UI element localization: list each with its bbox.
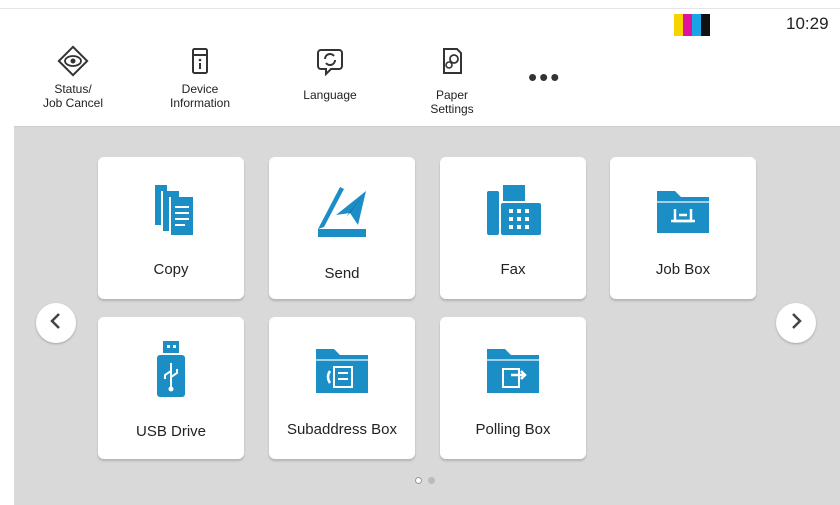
top-divider <box>0 8 840 9</box>
tile-label: Copy <box>153 261 189 278</box>
toner-cyan <box>692 14 701 36</box>
previous-page-button[interactable] <box>36 303 76 343</box>
send-tile[interactable]: Send <box>269 157 415 299</box>
shortcut-label: Language <box>303 88 357 102</box>
copy-tile[interactable]: Copy <box>98 157 244 299</box>
tile-label: Subaddress Box <box>286 421 398 438</box>
shortcut-label: Paper Settings <box>430 88 474 116</box>
tile-label: USB Drive <box>135 423 206 440</box>
chevron-right-icon <box>788 311 804 336</box>
clock: 10:29 <box>786 14 829 33</box>
subaddress-box-icon <box>269 337 415 401</box>
status-job-cancel-button[interactable]: Status/ Job Cancel <box>18 44 128 110</box>
copy-icon <box>98 177 244 241</box>
page-dot[interactable] <box>428 477 435 484</box>
function-panel: Copy Send Fax Job Box USB Drive Subaddre… <box>14 126 840 505</box>
paper-settings-icon <box>435 44 469 78</box>
paper-settings-button[interactable]: Paper Settings <box>397 44 507 116</box>
language-icon <box>313 44 347 78</box>
usb-drive-tile[interactable]: USB Drive <box>98 317 244 459</box>
fax-icon <box>440 177 586 241</box>
page-dot-current[interactable] <box>415 477 422 484</box>
send-icon <box>269 177 415 241</box>
device-information-button[interactable]: Device Information <box>145 44 255 110</box>
eye-icon <box>56 44 90 78</box>
shortcut-label: Device Information <box>169 82 231 110</box>
tile-label: Job Box <box>655 261 711 278</box>
toner-black <box>701 14 710 36</box>
page-indicator <box>415 477 435 484</box>
job-box-icon <box>610 177 756 241</box>
job-box-tile[interactable]: Job Box <box>610 157 756 299</box>
toner-magenta <box>683 14 692 36</box>
polling-box-icon <box>440 337 586 401</box>
fax-tile[interactable]: Fax <box>440 157 586 299</box>
language-button[interactable]: Language <box>275 44 385 102</box>
shortcut-label: Status/ Job Cancel <box>42 82 104 110</box>
next-page-button[interactable] <box>776 303 816 343</box>
device-info-icon <box>183 44 217 78</box>
chevron-left-icon <box>48 311 64 336</box>
polling-box-tile[interactable]: Polling Box <box>440 317 586 459</box>
toner-level-indicator[interactable] <box>674 14 710 36</box>
usb-drive-icon <box>98 337 244 401</box>
tile-label: Polling Box <box>475 421 551 438</box>
more-options-button[interactable]: ••• <box>528 64 561 90</box>
tile-label: Fax <box>500 261 526 278</box>
toner-yellow <box>674 14 683 36</box>
subaddress-box-tile[interactable]: Subaddress Box <box>269 317 415 459</box>
tile-label: Send <box>324 265 360 282</box>
